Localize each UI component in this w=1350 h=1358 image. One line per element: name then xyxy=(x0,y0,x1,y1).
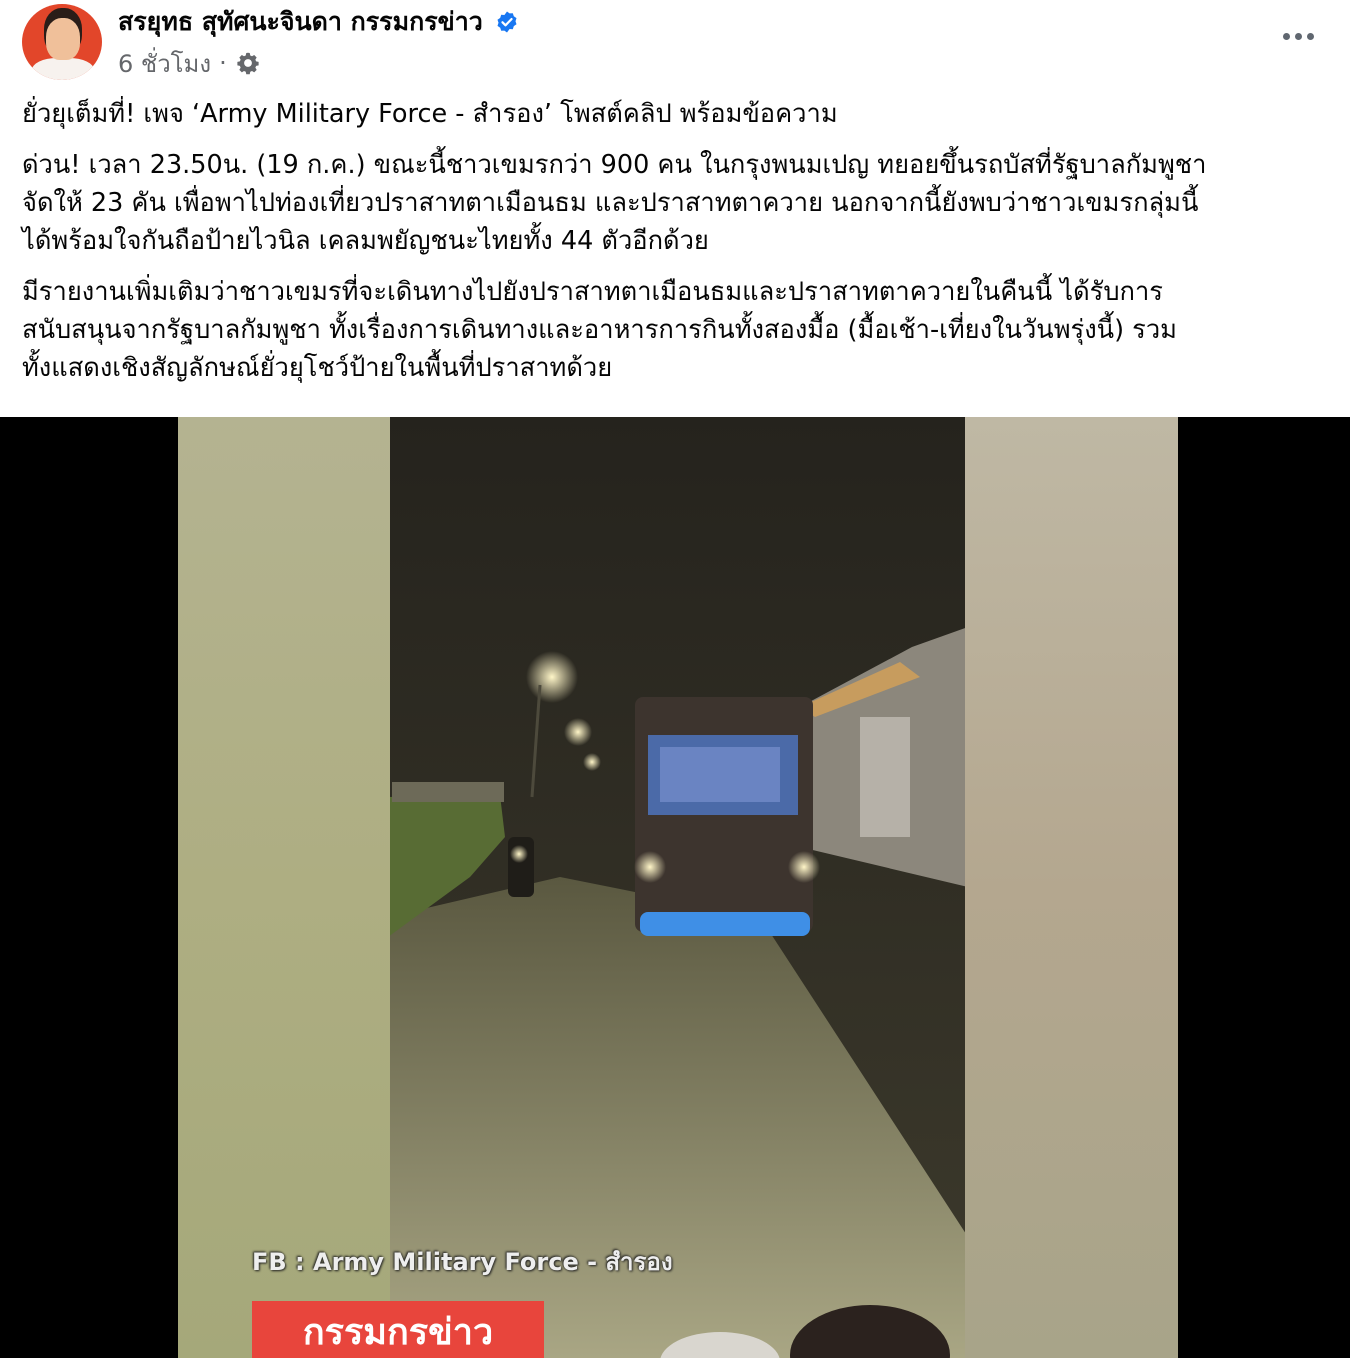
video-frame xyxy=(0,417,1350,1358)
post-paragraph-report: มีรายงานเพิ่มเติมว่าชาวเขมรที่จะเดินทางไ… xyxy=(22,277,1177,383)
video-player[interactable]: FB : Army Military Force - สำรอง กรรมกรข… xyxy=(0,417,1350,1358)
gear-icon xyxy=(237,52,259,75)
author-line: สรยุทธ สุทัศนะจินดา กรรมกรข่าว xyxy=(118,2,519,42)
avatar[interactable] xyxy=(22,4,102,80)
video-watermark: FB : Army Military Force - สำรอง xyxy=(252,1248,673,1276)
meta-separator: · xyxy=(219,49,227,77)
verified-badge-icon xyxy=(497,11,517,33)
post-header: สรยุทธ สุทัศนะจินดา กรรมกรข่าว 6 ชั่วโมง… xyxy=(0,0,1350,90)
more-options-dot xyxy=(1306,32,1314,40)
more-options-button[interactable] xyxy=(1272,18,1324,54)
author-name[interactable]: สรยุทธ สุทัศนะจินดา กรรมกรข่าว xyxy=(118,2,483,42)
channel-label: กรรมกรข่าว xyxy=(252,1301,544,1358)
post-time[interactable]: 6 ชั่วโมง xyxy=(118,44,211,83)
post-paragraph-urgent: ด่วน! เวลา 23.50น. (19 ก.ค.) ขณะนี้ชาวเข… xyxy=(22,150,1207,256)
more-options-dot xyxy=(1294,32,1302,40)
avatar-shirt xyxy=(32,58,94,80)
post-text: ยั่วยุเต็มที่! เพจ ‘Army Military Force … xyxy=(22,95,1322,400)
post-meta: 6 ชั่วโมง · xyxy=(118,44,261,82)
more-options-icon xyxy=(1282,32,1290,40)
avatar-face xyxy=(46,18,80,60)
post-paragraph-headline: ยั่วยุเต็มที่! เพจ ‘Army Military Force … xyxy=(22,99,838,129)
